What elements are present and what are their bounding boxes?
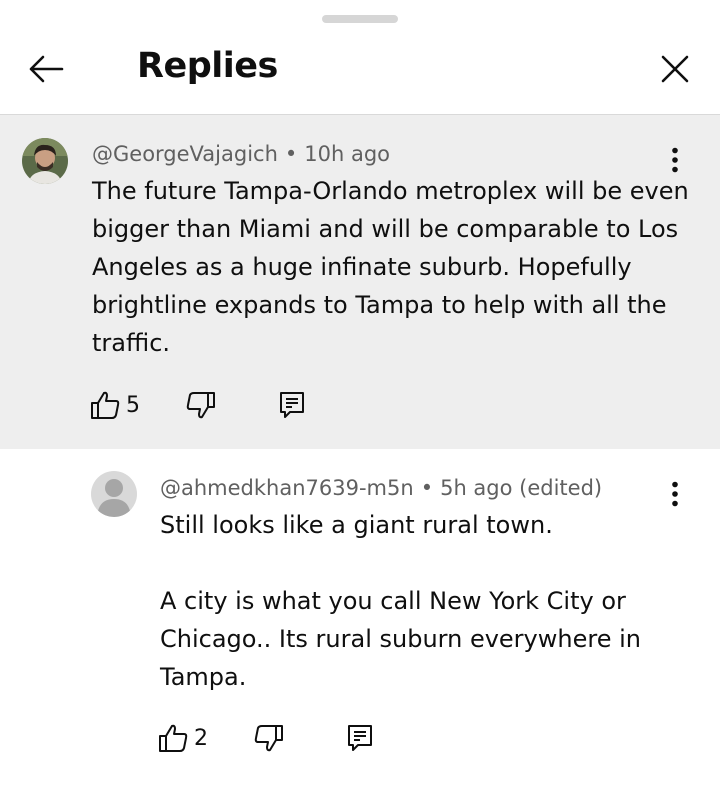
avatar[interactable] bbox=[91, 471, 137, 517]
comment-text: Still looks like a giant rural town. A c… bbox=[160, 511, 641, 691]
comment-time: 10h ago bbox=[304, 142, 391, 166]
meta-separator: • bbox=[284, 142, 298, 166]
comment-author[interactable]: @GeorgeVajagich bbox=[92, 142, 278, 166]
comment-meta: @ahmedkhan7639-m5n • 5h ago (edited) bbox=[160, 476, 602, 500]
like-button[interactable]: 5 bbox=[90, 390, 186, 420]
like-count: 2 bbox=[194, 725, 208, 751]
parent-comment: @GeorgeVajagich • 10h ago The future Tampa… bbox=[0, 115, 720, 449]
like-button[interactable]: 2 bbox=[158, 723, 254, 753]
more-vertical-icon bbox=[672, 481, 678, 507]
dislike-button[interactable] bbox=[254, 723, 346, 753]
thumbs-down-icon bbox=[254, 725, 283, 752]
comment-author[interactable]: @ahmedkhan7639-m5n bbox=[160, 476, 414, 500]
comment-icon bbox=[348, 725, 372, 751]
dislike-button[interactable] bbox=[186, 390, 278, 420]
replies-header: Replies bbox=[0, 0, 720, 115]
reply-button[interactable] bbox=[346, 723, 374, 753]
back-button[interactable] bbox=[22, 47, 70, 91]
reply-button[interactable] bbox=[278, 390, 306, 420]
like-count: 5 bbox=[126, 392, 140, 418]
comment-icon bbox=[280, 392, 304, 418]
more-vertical-icon bbox=[672, 147, 678, 173]
reply-comment: @ahmedkhan7639-m5n • 5h ago (edited) Still… bbox=[0, 449, 720, 796]
thumbs-down-icon bbox=[186, 392, 215, 419]
thumbs-up-icon bbox=[91, 391, 120, 419]
comment-meta: @GeorgeVajagich • 10h ago bbox=[92, 142, 390, 166]
close-icon bbox=[661, 55, 689, 83]
page-title: Replies bbox=[137, 46, 278, 86]
comment-time: 5h ago (edited) bbox=[440, 476, 603, 500]
comment-actions: 5 bbox=[90, 385, 306, 425]
meta-separator: • bbox=[420, 476, 434, 500]
arrow-left-icon bbox=[29, 55, 64, 83]
comment-actions: 2 bbox=[158, 718, 374, 758]
avatar[interactable] bbox=[22, 138, 68, 184]
close-button[interactable] bbox=[650, 45, 700, 93]
comment-text: The future Tampa-Orlando metroplex will … bbox=[92, 177, 697, 357]
thumbs-up-icon bbox=[159, 724, 188, 752]
